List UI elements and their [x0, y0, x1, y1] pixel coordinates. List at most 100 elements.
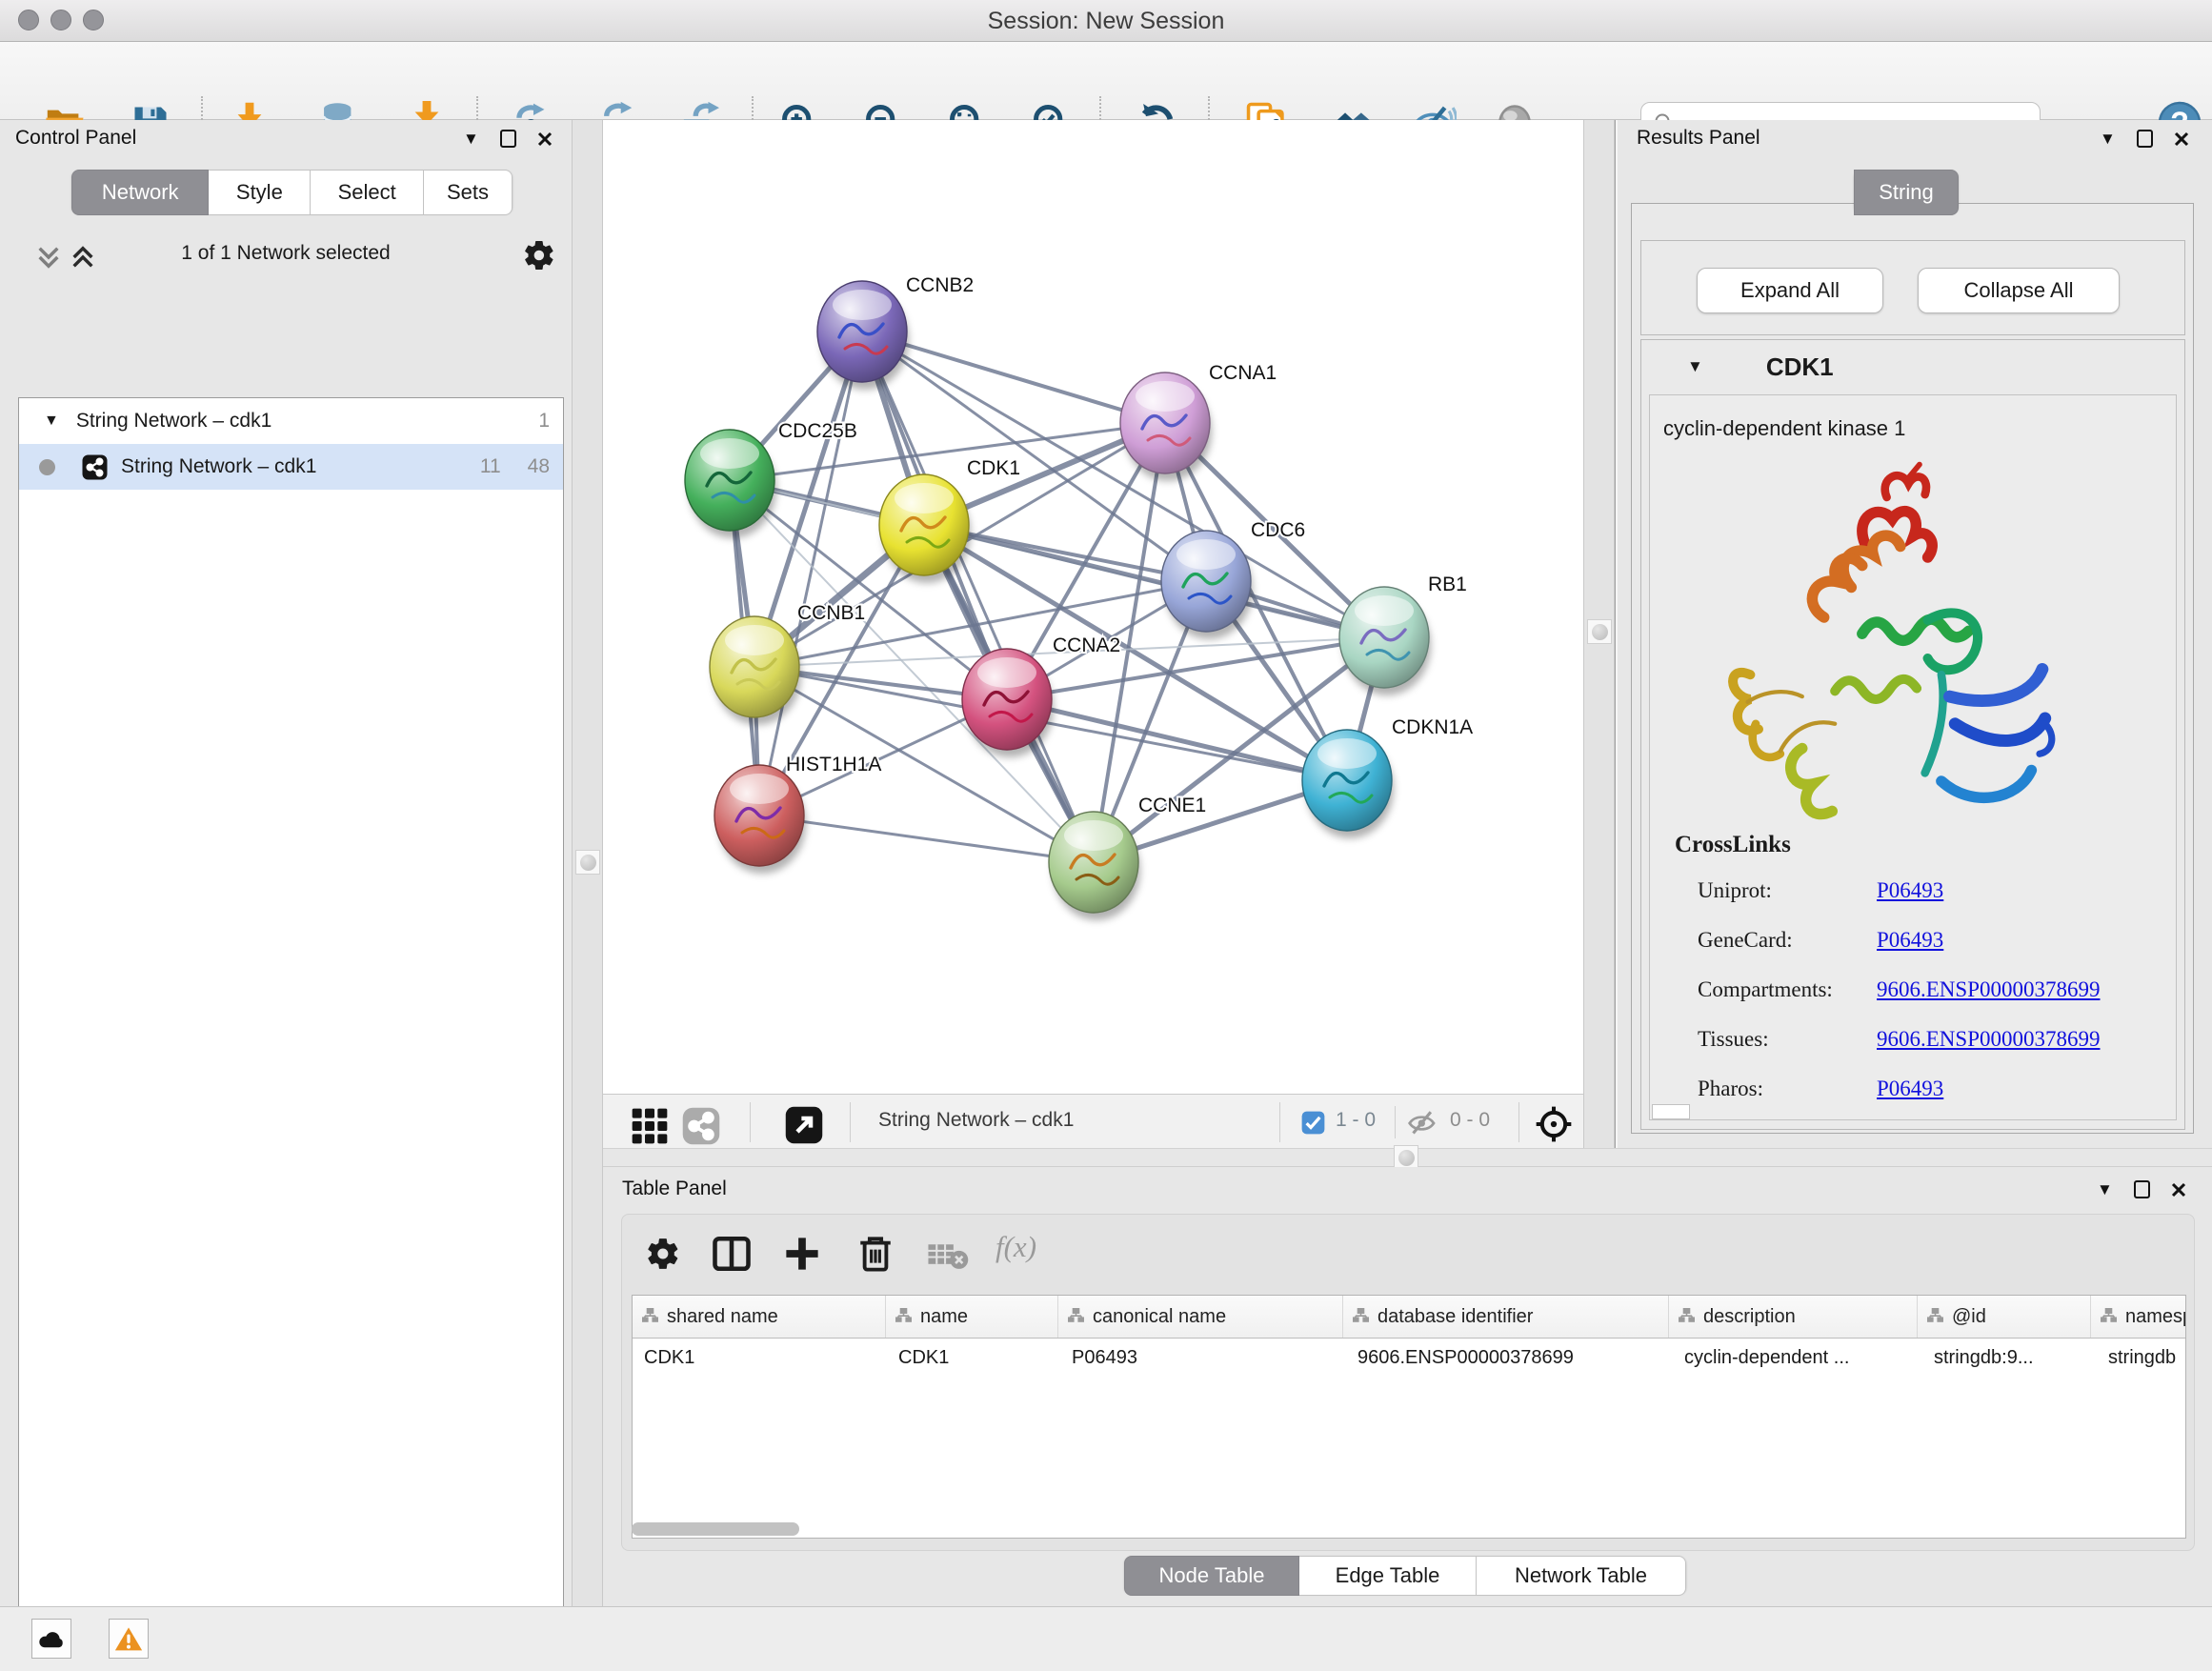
network-node-CCNB2[interactable]: [817, 281, 909, 390]
table-cell[interactable]: stringdb:9...: [1922, 1339, 2097, 1377]
left-splitter[interactable]: [572, 120, 603, 1606]
panel-float-icon[interactable]: [2134, 1180, 2150, 1198]
column-header-2[interactable]: canonical name: [1058, 1296, 1343, 1338]
panel-menu-icon[interactable]: ▼: [2097, 1181, 2113, 1198]
network-canvas[interactable]: CCNB2CCNA1CDC25BCDK1CDC6RB1CCNB1CCNA2CDK…: [603, 120, 1583, 1094]
network-node-CDK1[interactable]: [879, 474, 971, 583]
selected-checkbox-icon[interactable]: [1301, 1111, 1325, 1135]
panel-float-icon[interactable]: [500, 130, 516, 148]
column-header-3[interactable]: database identifier: [1343, 1296, 1669, 1338]
right-splitter[interactable]: [1583, 120, 1615, 1148]
network-edge-CCNB2-CCNE1[interactable]: [862, 332, 1094, 862]
network-node-CCNA2[interactable]: [962, 649, 1054, 757]
crosslink-link[interactable]: P06493: [1877, 928, 1943, 953]
function-builder-icon: f(x): [995, 1230, 1036, 1264]
column-header-4[interactable]: description: [1669, 1296, 1918, 1338]
node-label-CDC25B: CDC25B: [778, 420, 857, 442]
tab-style[interactable]: Style: [209, 170, 311, 215]
table-cell[interactable]: CDK1: [633, 1339, 887, 1377]
panel-float-icon[interactable]: [2137, 130, 2153, 148]
column-header-label: name: [920, 1306, 968, 1328]
panel-close-icon[interactable]: [2171, 1182, 2186, 1198]
string-view-icon[interactable]: [682, 1107, 720, 1145]
network-options-gear-icon[interactable]: [522, 238, 556, 272]
table-cell[interactable]: 9606.ENSP00000378699: [1346, 1339, 1673, 1377]
tab-edge-table[interactable]: Edge Table: [1299, 1556, 1477, 1596]
tab-node-table[interactable]: Node Table: [1124, 1556, 1299, 1596]
crosslink-link[interactable]: P06493: [1877, 878, 1943, 903]
network-node-HIST1H1A[interactable]: [714, 765, 806, 874]
gene-section-header[interactable]: ▼ CDK1: [1641, 340, 2184, 393]
control-panel: Control Panel ▼ Network Style Select Set…: [0, 120, 572, 1606]
network-tree-root-row[interactable]: ▼ String Network – cdk1 1: [19, 398, 563, 444]
table-cell[interactable]: CDK1: [887, 1339, 1060, 1377]
left-splitter-grip[interactable]: [575, 850, 600, 875]
table-header-row: shared name name canonical namedatabase id…: [633, 1296, 2185, 1339]
results-panel-controls: ▼: [2100, 130, 2189, 148]
tree-expander-icon[interactable]: ▼: [44, 413, 59, 430]
column-header-0[interactable]: shared name: [633, 1296, 886, 1338]
hidden-eye-slash-icon[interactable]: [1407, 1109, 1439, 1137]
control-panel-tab-bar: Network Style Select Sets: [71, 170, 513, 213]
tab-select[interactable]: Select: [311, 170, 424, 215]
tab-network[interactable]: Network: [71, 170, 209, 215]
network-node-CDC25B[interactable]: [685, 430, 776, 538]
table-cell[interactable]: P06493: [1060, 1339, 1346, 1377]
column-header-1[interactable]: name: [886, 1296, 1058, 1338]
tab-network-table[interactable]: Network Table: [1477, 1556, 1686, 1596]
column-header-6[interactable]: namespace: [2091, 1296, 2186, 1338]
column-type-icon: [895, 1306, 912, 1328]
panel-close-icon[interactable]: [2174, 131, 2189, 147]
network-collection-label: String Network – cdk1: [76, 410, 271, 433]
table-horizontal-scrollbar[interactable]: [632, 1522, 799, 1536]
table-cell[interactable]: cyclin-dependent ...: [1673, 1339, 1922, 1377]
tab-string[interactable]: String: [1854, 170, 1959, 215]
node-count: 11: [480, 455, 501, 478]
network-node-CCNA1[interactable]: [1120, 372, 1212, 481]
selected-nodes-edges-count: 1 - 0: [1336, 1109, 1376, 1132]
horizontal-splitter[interactable]: [603, 1148, 2212, 1167]
crosslink-row-3: Tissues:9606.ENSP00000378699: [1663, 1015, 2168, 1064]
network-node-CCNB1[interactable]: [710, 616, 801, 725]
table-row-0[interactable]: CDK1CDK1P064939606.ENSP00000378699cyclin…: [633, 1339, 2185, 1377]
table-cell[interactable]: stringdb: [2097, 1339, 2186, 1377]
current-network-indicator-icon: [39, 459, 55, 475]
crosslink-row-4: Pharos:P06493: [1663, 1064, 2168, 1114]
panel-menu-icon[interactable]: ▼: [2100, 131, 2116, 147]
grid-view-icon[interactable]: [631, 1107, 669, 1145]
network-node-CCNE1[interactable]: [1049, 812, 1140, 920]
open-view-in-window-icon[interactable]: [784, 1105, 824, 1145]
network-edge-HIST1H1A-CCNE1[interactable]: [759, 815, 1094, 862]
toolbar-divider: [850, 1102, 851, 1142]
panel-close-icon[interactable]: [537, 131, 553, 147]
fit-selection-crosshair-icon[interactable]: [1535, 1105, 1573, 1143]
collapse-all-button[interactable]: Collapse All: [1918, 268, 2120, 313]
panel-menu-icon[interactable]: ▼: [463, 131, 479, 147]
create-column-plus-icon[interactable]: [782, 1234, 822, 1274]
section-collapse-icon[interactable]: ▼: [1687, 357, 1703, 376]
hidden-nodes-edges-count: 0 - 0: [1450, 1109, 1490, 1132]
network-node-CDKN1A[interactable]: [1302, 730, 1394, 838]
crosslink-link[interactable]: 9606.ENSP00000378699: [1877, 1027, 2101, 1052]
network-svg: CCNB2CCNA1CDC25BCDK1CDC6RB1CCNB1CCNA2CDK…: [603, 120, 1583, 1094]
tab-sets[interactable]: Sets: [424, 170, 513, 215]
right-splitter-grip[interactable]: [1587, 619, 1612, 644]
toolbar-divider: [1279, 1102, 1280, 1142]
control-panel-title: Control Panel: [15, 127, 136, 150]
expand-all-button[interactable]: Expand All: [1697, 268, 1883, 313]
network-node-CDC6[interactable]: [1161, 531, 1253, 639]
cloud-button[interactable]: [31, 1619, 71, 1659]
table-options-gear-icon[interactable]: [645, 1236, 681, 1272]
node-label-CCNB1: CCNB1: [797, 602, 865, 624]
delete-column-trash-icon[interactable]: [856, 1234, 895, 1274]
column-type-icon: [1927, 1306, 1943, 1328]
crosslink-link[interactable]: P06493: [1877, 1077, 1943, 1101]
column-header-5[interactable]: @id: [1918, 1296, 2091, 1338]
network-tree-row-selected[interactable]: String Network – cdk1 11 48: [19, 444, 563, 490]
network-node-RB1[interactable]: [1339, 587, 1431, 695]
application-window: Session: New Session: [0, 0, 2212, 1671]
warnings-button[interactable]: [109, 1619, 149, 1659]
show-columns-icon[interactable]: [712, 1234, 752, 1274]
crosslink-link[interactable]: 9606.ENSP00000378699: [1877, 977, 2101, 1002]
scroll-corner[interactable]: [1652, 1104, 1690, 1119]
